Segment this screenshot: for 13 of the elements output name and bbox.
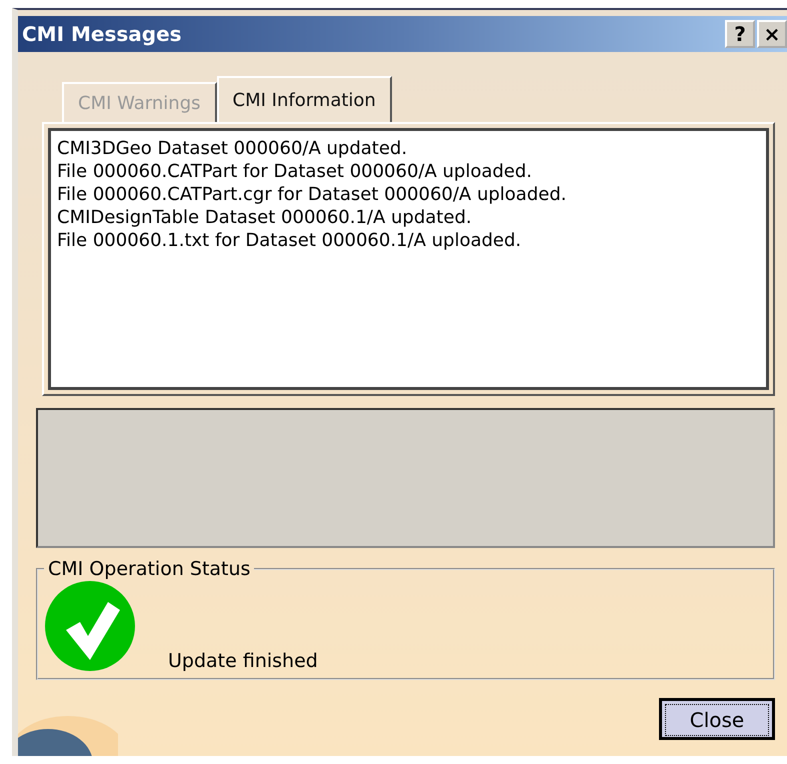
message-line: CMIDesignTable Dataset 000060.1/A updated. bbox=[57, 206, 473, 229]
message-line: CMI3DGeo Dataset 000060/A updated. bbox=[57, 137, 408, 160]
status-message: Update finished bbox=[168, 650, 318, 672]
tab[interactable]: CMI Information bbox=[216, 76, 392, 122]
message-line: File 000060.CATPart for Dataset 000060/A uploaded. bbox=[57, 160, 534, 183]
close-button[interactable]: × bbox=[757, 20, 787, 48]
message-line: File 000060.CATPart.cgr for Dataset 000060/A uploaded. bbox=[57, 183, 568, 206]
group-title: CMI Operation Status bbox=[47, 558, 252, 580]
checkmark-icon bbox=[44, 580, 136, 672]
message-line: File 000060.1.txt for Dataset 000060.1/A uploaded. bbox=[57, 229, 522, 252]
help-button[interactable]: ? bbox=[725, 20, 755, 48]
close-dialog-button[interactable]: Close bbox=[659, 698, 775, 740]
window-title: CMI Messages bbox=[22, 22, 182, 46]
